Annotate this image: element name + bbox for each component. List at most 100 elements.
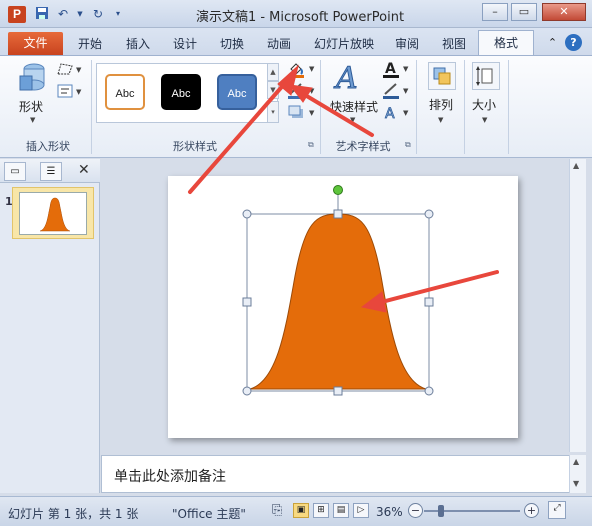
tab-view[interactable]: 视图 — [436, 33, 472, 55]
size-label[interactable]: 大小 — [472, 96, 496, 113]
slide-thumbnail[interactable] — [19, 192, 87, 235]
status-bar: 幻灯片 第 1 张，共 1 张 "Office 主题" ⎘ ▣ ⊞ ▤ ▷ 36… — [0, 496, 592, 526]
gallery-scroll-down-icon[interactable]: ▼ — [267, 81, 279, 99]
arrange-dropdown-icon[interactable]: ▼ — [438, 116, 443, 124]
resize-handle-top-left[interactable] — [242, 209, 252, 219]
zoom-out-icon[interactable]: − — [408, 503, 423, 518]
zoom-slider-thumb[interactable] — [438, 505, 445, 517]
text-fill-icon[interactable]: A — [382, 60, 400, 78]
shape-style-swatch-3[interactable]: Abc — [217, 74, 257, 110]
wordart-launcher-icon[interactable]: ⧉ — [405, 140, 411, 150]
svg-text:A: A — [385, 61, 396, 77]
svg-text:A: A — [333, 61, 358, 92]
close-panel-icon[interactable]: ✕ — [78, 162, 90, 178]
resize-handle-top-right[interactable] — [424, 209, 434, 219]
tab-design[interactable]: 设计 — [167, 33, 203, 55]
undo-icon[interactable]: ↶ — [55, 6, 71, 22]
help-icon[interactable]: ? — [565, 34, 582, 51]
save-icon[interactable] — [34, 6, 50, 22]
slide-vertical-scrollbar[interactable]: ▲ — [569, 159, 586, 452]
shapes-dropdown-icon[interactable]: ▼ — [30, 116, 35, 124]
scroll-up-icon[interactable]: ▲ — [573, 161, 579, 170]
close-button[interactable]: ✕ — [542, 3, 586, 21]
tab-home[interactable]: 开始 — [72, 33, 108, 55]
shapes-label[interactable]: 形状 — [19, 98, 43, 115]
tab-animations[interactable]: 动画 — [261, 33, 297, 55]
wordart-quick-styles-icon[interactable]: A — [333, 60, 367, 97]
bell-curve-shape-layer[interactable] — [168, 176, 518, 438]
resize-handle-bottom[interactable] — [333, 386, 343, 396]
arrange-label[interactable]: 排列 — [429, 96, 453, 113]
gallery-scroll-up-icon[interactable]: ▲ — [267, 63, 279, 81]
slide-canvas[interactable] — [168, 176, 518, 438]
edit-shape-icon[interactable] — [56, 62, 74, 78]
notes-scrollbar[interactable]: ▲ ▼ — [569, 455, 586, 493]
text-box-icon[interactable] — [56, 84, 74, 100]
notes-scroll-up-icon[interactable]: ▲ — [573, 457, 579, 466]
shape-style-swatch-1[interactable]: Abc — [105, 74, 145, 110]
shape-styles-group-label: 形状样式 — [173, 140, 217, 153]
notes-pane[interactable]: 单击此处添加备注 — [101, 455, 571, 493]
customize-quick-access-icon[interactable]: ▾ — [110, 6, 126, 22]
gallery-more-icon[interactable]: ▾ — [267, 101, 279, 123]
notes-scroll-down-icon[interactable]: ▼ — [573, 479, 579, 488]
resize-handle-right[interactable] — [424, 297, 434, 307]
shape-outline-dropdown-icon[interactable]: ▼ — [309, 87, 314, 95]
slideshow-view-icon[interactable]: ▷ — [353, 503, 369, 518]
tab-format[interactable]: 格式 — [478, 30, 534, 55]
group-divider — [464, 60, 465, 154]
size-icon[interactable] — [472, 62, 500, 90]
tab-insert[interactable]: 插入 — [120, 33, 156, 55]
fit-slide-to-window-icon[interactable]: ⤢ — [548, 501, 566, 519]
text-effects-icon[interactable]: A — [382, 104, 400, 123]
shape-style-swatch-2[interactable]: Abc — [161, 74, 201, 110]
text-box-dropdown-icon[interactable]: ▼ — [76, 88, 81, 96]
notes-placeholder[interactable]: 单击此处添加备注 — [114, 466, 226, 486]
slide-counter: 幻灯片 第 1 张，共 1 张 — [8, 507, 139, 521]
shape-styles-launcher-icon[interactable]: ⧉ — [308, 140, 314, 150]
normal-view-icon[interactable]: ▣ — [293, 503, 309, 518]
shape-outline-icon[interactable] — [287, 82, 305, 99]
shape-effects-dropdown-icon[interactable]: ▼ — [309, 109, 314, 117]
reading-view-icon[interactable]: ▤ — [333, 503, 349, 518]
zoom-in-icon[interactable]: + — [524, 503, 539, 518]
slides-view-tab-icon[interactable]: ▭ — [4, 162, 26, 181]
minimize-button[interactable]: – — [482, 3, 508, 21]
slide-thumbnail-selected[interactable] — [12, 187, 94, 239]
tab-transitions[interactable]: 切换 — [214, 33, 250, 55]
rotation-handle[interactable] — [333, 185, 343, 195]
minimize-ribbon-icon[interactable]: ⌃ — [544, 34, 561, 51]
resize-handle-bottom-left[interactable] — [242, 386, 252, 396]
text-outline-dropdown-icon[interactable]: ▼ — [403, 87, 408, 95]
arrange-icon[interactable] — [428, 62, 456, 90]
bell-curve-shape[interactable] — [249, 213, 427, 390]
outline-view-tab-icon[interactable]: ☰ — [40, 162, 62, 181]
quick-styles-label[interactable]: 快速样式 — [330, 98, 378, 115]
size-dropdown-icon[interactable]: ▼ — [482, 116, 487, 124]
tab-slideshow[interactable]: 幻灯片放映 — [310, 33, 378, 55]
shape-effects-icon[interactable] — [287, 104, 305, 120]
shape-fill-icon[interactable] — [287, 60, 305, 78]
insert-shapes-group-label: 插入形状 — [26, 140, 70, 153]
resize-handle-top[interactable] — [333, 209, 343, 219]
tab-review[interactable]: 审阅 — [389, 33, 425, 55]
window-title: 演示文稿1 - Microsoft PowerPoint — [195, 10, 405, 25]
maximize-button[interactable]: ▭ — [511, 3, 537, 21]
group-divider — [416, 60, 417, 154]
text-fill-dropdown-icon[interactable]: ▼ — [403, 65, 408, 73]
edit-shape-dropdown-icon[interactable]: ▼ — [76, 66, 81, 74]
text-effects-dropdown-icon[interactable]: ▼ — [403, 109, 408, 117]
zoom-percent[interactable]: 36% — [376, 505, 403, 519]
undo-dropdown-icon[interactable]: ▼ — [72, 6, 88, 22]
resize-handle-bottom-right[interactable] — [424, 386, 434, 396]
tab-file[interactable]: 文件 — [8, 32, 63, 55]
shapes-gallery-icon[interactable] — [18, 62, 48, 97]
text-outline-icon[interactable] — [382, 82, 400, 99]
resize-handle-left[interactable] — [242, 297, 252, 307]
shape-fill-dropdown-icon[interactable]: ▼ — [309, 65, 314, 73]
spell-check-icon[interactable]: ⎘ — [272, 503, 282, 518]
title-bar: P ↶ ▼ ↻ ▾ 演示文稿1 - Microsoft PowerPoint –… — [0, 0, 592, 28]
slide-sorter-view-icon[interactable]: ⊞ — [313, 503, 329, 518]
quick-styles-dropdown-icon[interactable]: ▼ — [350, 116, 355, 124]
redo-icon[interactable]: ↻ — [90, 6, 106, 22]
